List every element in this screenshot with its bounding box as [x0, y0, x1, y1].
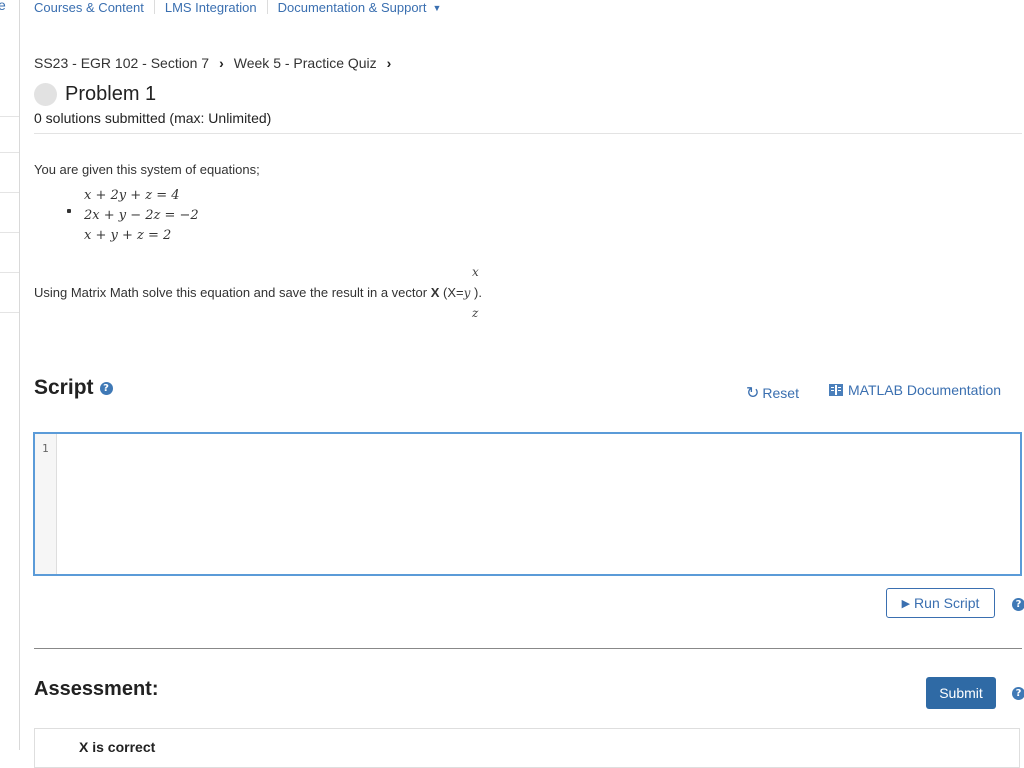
code-input[interactable]	[57, 434, 1020, 574]
instruction-text: Using Matrix Math solve this equation an…	[34, 285, 431, 300]
sidebar-partial-text[interactable]: e	[0, 0, 6, 13]
breadcrumb-course[interactable]: SS23 - EGR 102 - Section 7	[34, 55, 209, 71]
run-script-button[interactable]: ▶ Run Script	[886, 588, 995, 618]
run-help-icon[interactable]: ?	[1012, 598, 1024, 611]
nav-documentation-label: Documentation & Support	[277, 0, 427, 15]
play-icon: ▶	[901, 596, 911, 610]
sidebar-divider	[0, 152, 19, 153]
chevron-right-icon: ›	[219, 55, 224, 71]
code-editor[interactable]: 1	[33, 432, 1022, 576]
equation-2: 2x + y − 2z = −2	[84, 208, 199, 223]
problem-instruction: Using Matrix Math solve this equation an…	[34, 285, 482, 300]
chevron-right-icon: ›	[386, 55, 392, 71]
problem-intro: You are given this system of equations;	[34, 162, 260, 177]
assessment-title: Assessment:	[34, 678, 159, 700]
matlab-documentation-label: MATLAB Documentation	[848, 382, 1002, 398]
sidebar-divider	[0, 312, 19, 313]
vector-z: z	[472, 306, 479, 320]
book-icon	[829, 384, 843, 396]
breadcrumb-assignment[interactable]: Week 5 - Practice Quiz	[234, 55, 377, 71]
script-heading: Script ?	[34, 376, 113, 400]
run-script-label: Run Script	[914, 595, 980, 611]
editor-gutter: 1	[35, 434, 57, 574]
bullet-icon	[67, 209, 71, 213]
nav-documentation-support[interactable]: Documentation & Support ▼	[268, 0, 452, 15]
script-title: Script	[34, 376, 94, 399]
top-navigation: Courses & Content LMS Integration Docume…	[34, 0, 451, 16]
header-divider	[34, 133, 1022, 134]
refresh-icon: ↻	[746, 383, 760, 402]
problem-header: Problem 1	[34, 83, 156, 106]
submit-help-icon[interactable]: ?	[1012, 687, 1024, 700]
breadcrumb: SS23 - EGR 102 - Section 7 › Week 5 - Pr…	[34, 55, 401, 71]
assessment-item: X is correct	[79, 739, 156, 755]
help-icon[interactable]: ?	[99, 381, 113, 395]
sidebar-divider	[0, 272, 19, 273]
section-divider	[34, 648, 1022, 649]
sidebar-divider	[0, 232, 19, 233]
equation-1: x + 2y + z = 4	[84, 188, 180, 203]
problem-title: Problem 1	[65, 83, 157, 105]
vector-x: x	[472, 265, 479, 279]
reset-button[interactable]: ↻ Reset	[746, 383, 799, 402]
line-number: 1	[42, 442, 49, 455]
instruction-open: (X=	[439, 285, 464, 300]
reset-label: Reset	[762, 384, 799, 401]
submit-button[interactable]: Submit	[926, 677, 996, 709]
sidebar-divider	[0, 192, 19, 193]
nav-courses-content[interactable]: Courses & Content	[34, 0, 154, 15]
sidebar-divider	[0, 116, 19, 117]
nav-lms-integration[interactable]: LMS Integration	[155, 0, 267, 15]
submit-label: Submit	[939, 685, 983, 701]
equation-3: x + y + z = 2	[84, 228, 172, 243]
left-sidebar: e	[0, 0, 20, 750]
caret-down-icon: ▼	[432, 3, 442, 14]
assessment-results: X is correct	[34, 728, 1020, 768]
solutions-count: 0 solutions submitted (max: Unlimited)	[34, 110, 272, 126]
status-circle-icon	[34, 83, 57, 106]
matlab-documentation-link[interactable]: MATLAB Documentation	[829, 382, 1001, 398]
instruction-close: ).	[470, 285, 482, 300]
